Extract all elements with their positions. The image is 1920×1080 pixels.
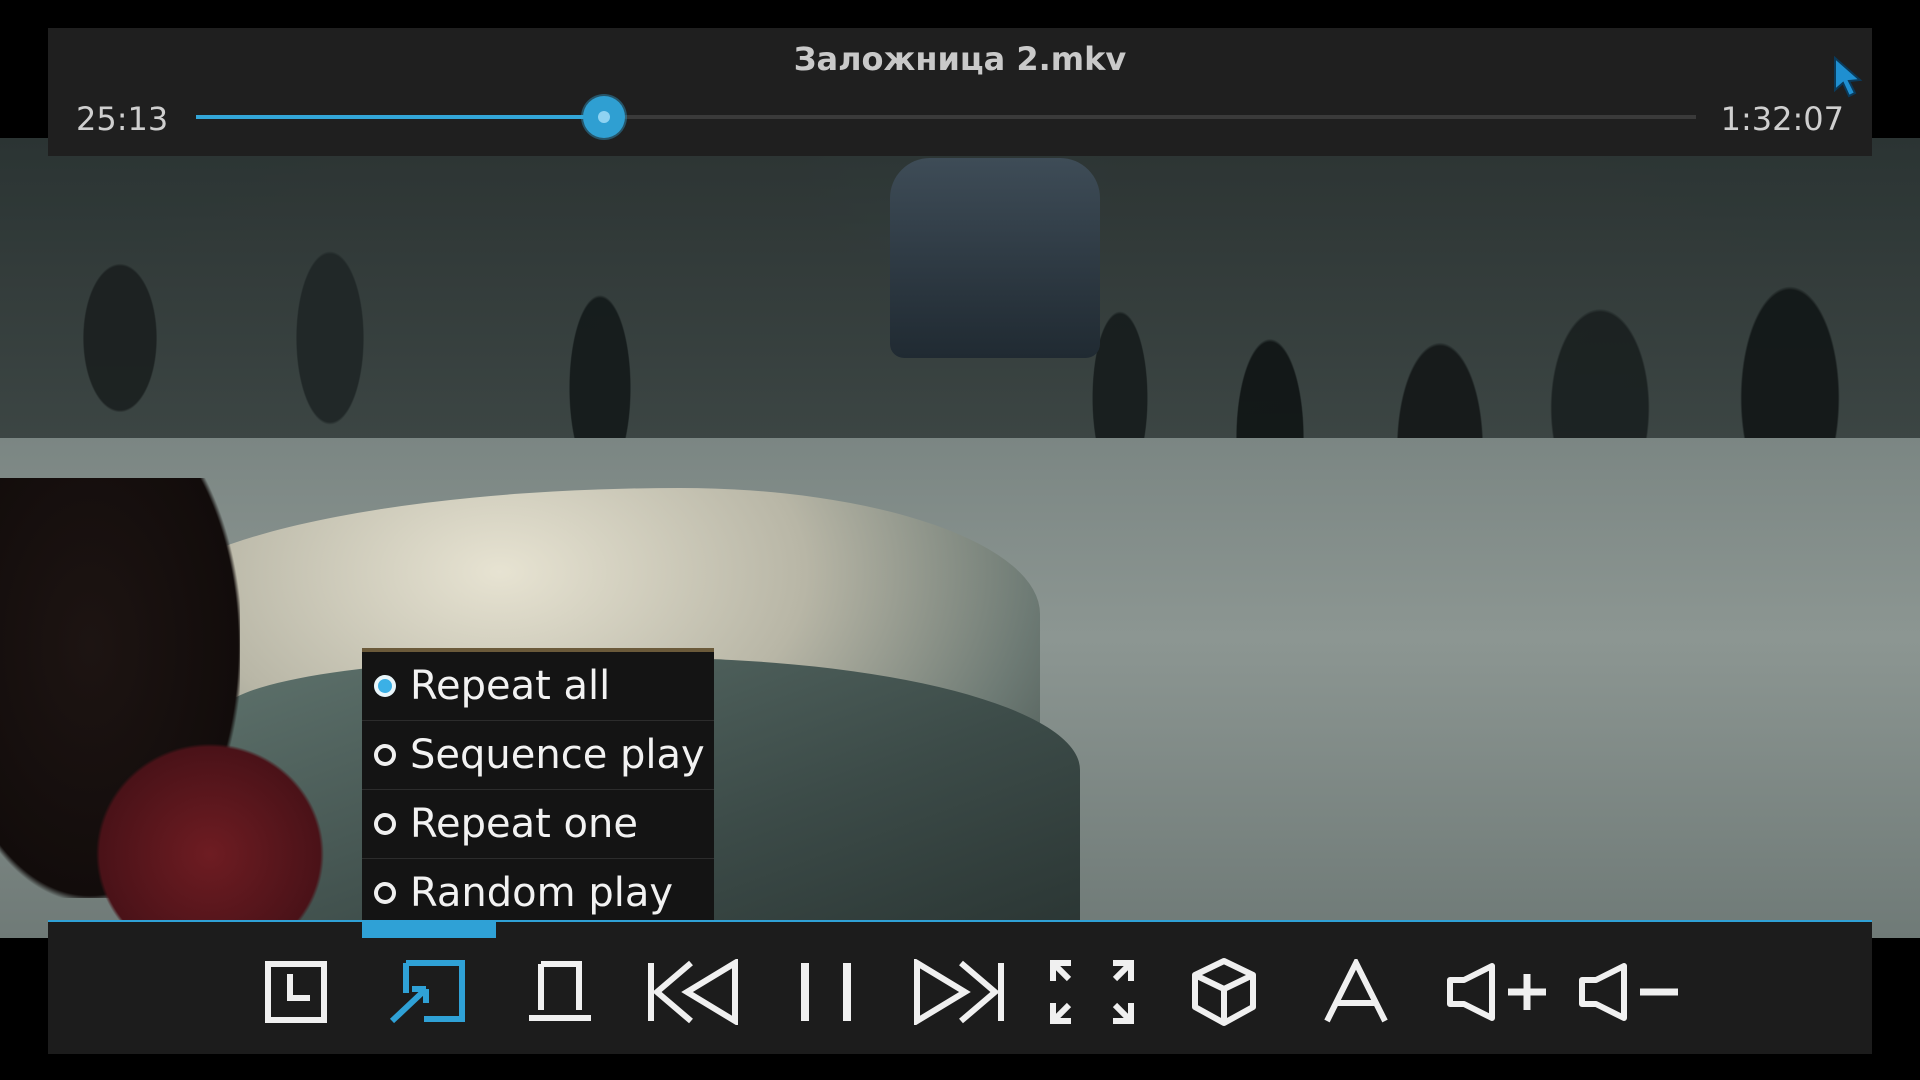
clock-button[interactable] bbox=[246, 952, 346, 1032]
mouse-cursor-icon bbox=[1834, 56, 1863, 98]
pause-icon bbox=[801, 963, 851, 1021]
elapsed-time: 25:13 bbox=[76, 100, 169, 138]
volume-up-button[interactable] bbox=[1440, 952, 1560, 1032]
subtitle-icon bbox=[1324, 959, 1388, 1023]
video-frame[interactable] bbox=[0, 138, 1920, 938]
bottom-control-bar bbox=[48, 920, 1872, 1054]
video-player: Заложница 2.mkv 25:13 1:32:07 Repeat all… bbox=[0, 0, 1920, 1080]
subtitle-button[interactable] bbox=[1306, 952, 1406, 1032]
seek-bar[interactable] bbox=[196, 96, 1696, 138]
next-icon bbox=[914, 959, 1004, 1025]
3d-mode-button[interactable] bbox=[1174, 952, 1274, 1032]
radio-icon bbox=[374, 744, 396, 766]
file-title: Заложница 2.mkv bbox=[793, 40, 1127, 78]
fullscreen-icon bbox=[1050, 960, 1134, 1024]
radio-icon bbox=[374, 882, 396, 904]
menu-item-label: Repeat one bbox=[410, 801, 638, 847]
video-van bbox=[890, 158, 1100, 358]
active-control-indicator bbox=[362, 922, 496, 938]
3d-icon bbox=[1192, 958, 1256, 1026]
mode-icon bbox=[529, 961, 591, 1021]
total-time: 1:32:07 bbox=[1720, 100, 1844, 138]
menu-item-label: Sequence play bbox=[410, 732, 705, 778]
seek-bar-fill bbox=[196, 115, 604, 119]
seek-thumb[interactable] bbox=[583, 96, 625, 138]
volume-down-button[interactable] bbox=[1572, 952, 1692, 1032]
radio-icon bbox=[374, 813, 396, 835]
menu-item-sequence-play[interactable]: Sequence play bbox=[362, 721, 714, 790]
volume-down-icon bbox=[1579, 963, 1678, 1021]
menu-item-repeat-all[interactable]: Repeat all bbox=[362, 652, 714, 721]
repeat-mode-menu: Repeat all Sequence play Repeat one Rand… bbox=[362, 648, 714, 927]
previous-icon bbox=[648, 959, 738, 1025]
next-button[interactable] bbox=[908, 952, 1008, 1032]
menu-item-label: Random play bbox=[410, 870, 674, 916]
mode-button[interactable] bbox=[510, 952, 610, 1032]
repeat-mode-icon bbox=[390, 960, 465, 1024]
previous-button[interactable] bbox=[644, 952, 744, 1032]
menu-item-label: Repeat all bbox=[410, 663, 611, 709]
clock-icon bbox=[265, 961, 327, 1023]
volume-up-icon bbox=[1447, 963, 1546, 1021]
video-foreground-scarf bbox=[80, 728, 340, 938]
menu-item-random-play[interactable]: Random play bbox=[362, 859, 714, 927]
fullscreen-button[interactable] bbox=[1042, 952, 1142, 1032]
pause-button[interactable] bbox=[776, 952, 876, 1032]
repeat-mode-button[interactable] bbox=[378, 952, 478, 1032]
radio-icon bbox=[374, 675, 396, 697]
top-info-bar: Заложница 2.mkv 25:13 1:32:07 bbox=[48, 28, 1872, 156]
menu-item-repeat-one[interactable]: Repeat one bbox=[362, 790, 714, 859]
